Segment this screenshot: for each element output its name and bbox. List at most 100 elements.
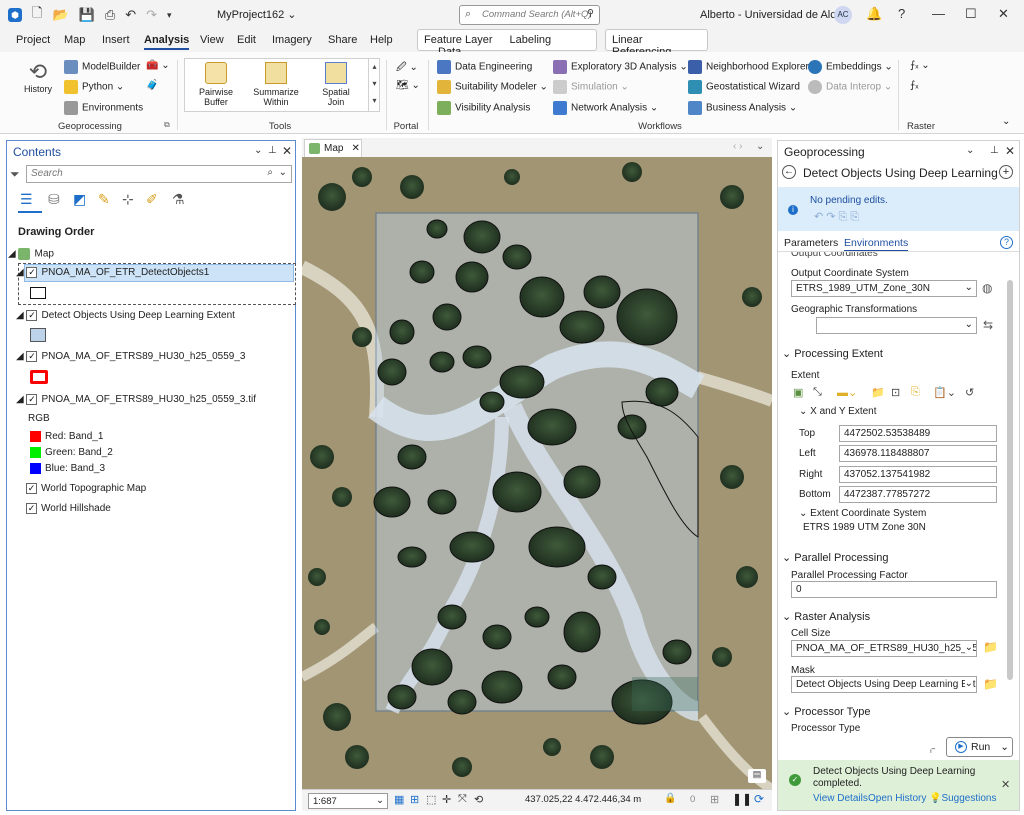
layer-topo[interactable]: ✓ World Topographic Map	[26, 483, 146, 494]
layer-checkbox[interactable]: ✓	[26, 483, 37, 494]
suitability-modeler-button[interactable]: Suitability Modeler ⌄	[437, 80, 548, 94]
extent-cs-header[interactable]: ⌄ Extent Coordinate System	[799, 508, 926, 519]
perspective-icon[interactable]: ⚗	[172, 191, 185, 208]
magnifier-icon[interactable]: ⚲	[587, 8, 594, 19]
layer-checkbox[interactable]: ✓	[26, 310, 38, 321]
minimize-button[interactable]: —	[932, 6, 945, 21]
grid-icon[interactable]: ▦	[394, 793, 404, 806]
contents-close-icon[interactable]: ✕	[282, 144, 292, 158]
map-node[interactable]: ◢ Map	[8, 248, 54, 260]
snapping-icon[interactable]: ⊹	[122, 191, 134, 208]
snap-icon[interactable]: ⬚	[426, 793, 436, 806]
open-history-link[interactable]: Open History	[868, 793, 926, 804]
band-blue[interactable]: Blue: Band_3	[30, 463, 105, 474]
portal-tool-2-icon[interactable]: 🗺 ⌄	[396, 80, 420, 91]
embeddings-button[interactable]: Embeddings ⌄	[808, 60, 893, 74]
gp-pin-icon[interactable]: ⊥	[990, 145, 999, 156]
data-source-icon[interactable]: ⛁	[48, 191, 60, 208]
transform-swap-icon[interactable]: ⇆	[983, 318, 993, 332]
gallery-scroll[interactable]: ▴ ▾ ▾	[368, 58, 380, 112]
open-project-icon[interactable]: 📂	[52, 7, 68, 23]
gp-options-icon[interactable]: ⌄	[966, 145, 974, 156]
tab-list-icon[interactable]: ⌄	[756, 141, 764, 152]
view-details-link[interactable]: View Details	[813, 793, 868, 804]
layer-checkbox[interactable]: ✓	[26, 394, 38, 405]
red-outline-symbol[interactable]	[30, 370, 48, 384]
contents-options-icon[interactable]: ⌄	[254, 145, 262, 156]
save-icon[interactable]: 💾	[79, 7, 95, 23]
mask-browse-icon[interactable]: 📁	[983, 677, 998, 691]
run-dropdown-icon[interactable]: ⌄	[1000, 741, 1009, 753]
dismiss-banner-icon[interactable]: ✕	[1001, 778, 1010, 791]
tab-map[interactable]: Map	[64, 34, 85, 46]
contents-pin-icon[interactable]: ⊥	[268, 145, 277, 156]
pairwise-buffer-button[interactable]: Pairwise Buffer	[195, 62, 237, 107]
visibility-analysis-button[interactable]: Visibility Analysis	[437, 101, 530, 115]
bottom-input[interactable]: 4472387.77857272	[839, 486, 997, 503]
selection-icon[interactable]: ◩	[73, 191, 86, 208]
undo-icon[interactable]: ↶	[125, 7, 136, 23]
raster-function-icon[interactable]: ⨍ₓ ⌄	[910, 60, 930, 71]
map-view-tab[interactable]: Map ✕	[304, 139, 362, 157]
raster-calculator-icon[interactable]: ⨍ₓ	[910, 80, 919, 91]
grid2-icon[interactable]: ⊞	[710, 793, 719, 806]
simulation-button[interactable]: Simulation ⌄	[553, 80, 629, 94]
cell-size-select[interactable]: PNOA_MA_OF_ETRS89_HU30_h25_0559_ ⌄	[791, 640, 977, 657]
tab-insert[interactable]: Insert	[102, 34, 130, 46]
expand-icon[interactable]: ◢	[16, 267, 24, 278]
contents-search-input[interactable]: Search ⌕ ⌄	[26, 165, 292, 183]
layer-checkbox[interactable]: ✓	[26, 503, 37, 514]
left-input[interactable]: 436978.118488807	[839, 445, 997, 462]
back-icon[interactable]: ←	[782, 165, 796, 179]
browse-icon[interactable]: 📁	[871, 386, 885, 399]
draw-extent-icon[interactable]: ⤡	[813, 386, 822, 399]
raster-analysis-header[interactable]: ⌄ Raster Analysis	[782, 610, 870, 623]
customize-toolbar-icon[interactable]: ▾	[167, 10, 172, 21]
layer-extent-icon[interactable]: ▣	[793, 386, 803, 399]
copy-extent-icon[interactable]: ⎘	[911, 386, 920, 399]
right-input[interactable]: 437052.137541982	[839, 466, 997, 483]
paste-extent-icon[interactable]: 📋⌄	[933, 386, 956, 399]
expand-icon[interactable]: ◢	[8, 249, 16, 260]
folder-dropdown-icon[interactable]: ▬⌄	[837, 386, 857, 399]
tools-dropdown-icon[interactable]: 🧰 ⌄	[146, 60, 170, 71]
output-cs-select[interactable]: ETRS_1989_UTM_Zone_30N ⌄	[791, 280, 977, 297]
exploratory-3d-button[interactable]: Exploratory 3D Analysis ⌄	[553, 60, 688, 74]
redo-icon[interactable]: ↷	[146, 7, 157, 23]
pause-icon[interactable]: ❚❚	[732, 792, 752, 806]
tab-labeling[interactable]: Labeling	[510, 34, 552, 46]
filter-icon[interactable]: ⏷	[10, 167, 20, 182]
business-analysis-button[interactable]: Business Analysis ⌄	[688, 101, 797, 115]
globe-icon[interactable]: ◍	[982, 281, 992, 295]
python-button[interactable]: Python ⌄	[64, 80, 124, 94]
layer-detect-objects[interactable]: ◢ ✓ PNOA_MA_OF_ETR_DetectObjects1	[16, 267, 209, 278]
crosshair-icon[interactable]: ✛	[442, 793, 451, 806]
layer-checkbox[interactable]: ✓	[26, 267, 38, 278]
tab-edit[interactable]: Edit	[237, 34, 256, 46]
print-icon[interactable]: ⎙	[105, 7, 115, 23]
tab-scroll-icon[interactable]: ‹ ›	[733, 141, 742, 152]
collapse-ribbon-icon[interactable]: ⌄	[1002, 116, 1010, 127]
labeling-icon[interactable]: ✐	[146, 191, 158, 208]
band-green[interactable]: Green: Band_2	[30, 447, 113, 458]
tab-linear-referencing[interactable]: Linear Referencing	[605, 29, 708, 58]
rotation-icon[interactable]: ⟲	[474, 793, 483, 806]
xy-extent-header[interactable]: ⌄ X and Y Extent	[799, 406, 877, 417]
tab-project[interactable]: Project	[16, 34, 50, 46]
map-view[interactable]: ▤	[302, 157, 772, 789]
help-icon[interactable]: ?	[1000, 236, 1013, 249]
neighborhood-explorer-button[interactable]: Neighborhood Explorer	[688, 60, 809, 74]
scale-selector[interactable]: 1:687 ⌄	[308, 793, 388, 809]
lock-icon[interactable]: 🔒	[664, 793, 676, 804]
expand-icon[interactable]: ◢	[16, 351, 24, 362]
tab-imagery[interactable]: Imagery	[272, 34, 312, 46]
measure-icon[interactable]: ⊞	[410, 793, 419, 806]
modelbuilder-button[interactable]: ModelBuilder	[64, 60, 140, 74]
close-tab-icon[interactable]: ✕	[351, 143, 359, 154]
data-engineering-button[interactable]: Data Engineering	[437, 60, 532, 74]
help-button[interactable]: ?	[898, 6, 905, 21]
refresh-icon[interactable]: ⟳	[754, 792, 764, 806]
expand-icon[interactable]: ◢	[16, 310, 24, 321]
layer-etrs[interactable]: ◢ ✓ PNOA_MA_OF_ETRS89_HU30_h25_0559_3	[16, 351, 246, 362]
environments-button[interactable]: Environments	[64, 101, 143, 115]
